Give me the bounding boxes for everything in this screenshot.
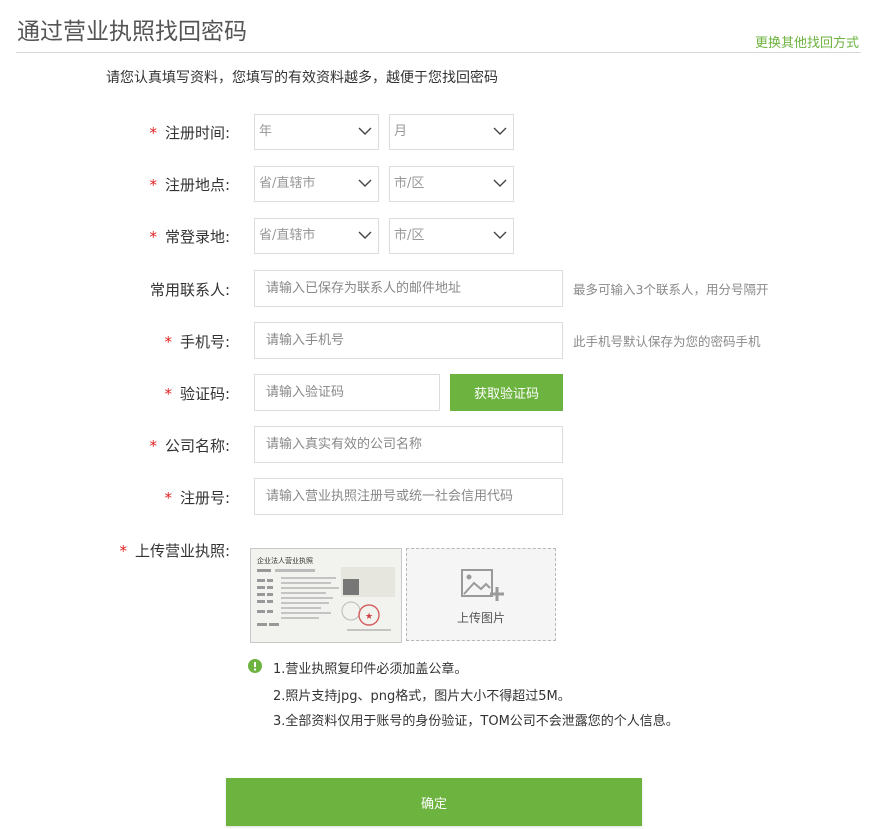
note-item: 2.照片支持jpg、png格式，图片大小不得超过5M。 xyxy=(273,689,571,704)
contact-input[interactable] xyxy=(254,270,563,307)
svg-text:企业法人营业执照: 企业法人营业执照 xyxy=(257,556,313,565)
license-sample-image: 企业法人营业执照 ★ xyxy=(250,548,402,643)
chevron-down-icon xyxy=(493,231,507,239)
company-input[interactable] xyxy=(254,426,563,463)
code-label: * 验证码: xyxy=(164,385,230,403)
login-place-label: * 常登录地: xyxy=(149,228,230,246)
contact-hint: 最多可输入3个联系人，用分号隔开 xyxy=(573,282,769,297)
chevron-down-icon xyxy=(358,179,372,187)
reg-time-label: * 注册时间: xyxy=(149,124,230,142)
chevron-down-icon xyxy=(493,127,507,135)
svg-text:★: ★ xyxy=(365,612,373,622)
header-divider xyxy=(16,52,861,53)
upload-image-button[interactable]: 上传图片 xyxy=(406,548,556,641)
contact-label: 常用联系人: xyxy=(149,281,230,299)
login-city-select[interactable]: 市/区 xyxy=(389,218,514,254)
page-title: 通过营业执照找回密码 xyxy=(17,19,247,45)
reg-province-select[interactable]: 省/直辖市 xyxy=(254,166,379,202)
license-label: * 上传营业执照: xyxy=(119,542,230,560)
submit-button[interactable]: 确定 xyxy=(226,778,642,826)
upload-image-label: 上传图片 xyxy=(456,611,505,625)
note-item: 1.营业执照复印件必须加盖公章。 xyxy=(273,662,468,677)
company-label: * 公司名称: xyxy=(149,437,230,455)
login-province-select[interactable]: 省/直辖市 xyxy=(254,218,379,254)
note-item: 3.全部资料仅用于账号的身份验证，TOM公司不会泄露您的个人信息。 xyxy=(273,714,679,729)
chevron-down-icon xyxy=(493,179,507,187)
intro-text: 请您认真填写资料，您填写的有效资料越多，越便于您找回密码 xyxy=(106,70,498,86)
reg-place-label: * 注册地点: xyxy=(149,176,230,194)
reg-no-label: * 注册号: xyxy=(164,489,230,507)
reg-no-input[interactable] xyxy=(254,478,563,515)
code-input[interactable] xyxy=(254,374,440,411)
reg-city-select[interactable]: 市/区 xyxy=(389,166,514,202)
get-code-button[interactable]: 获取验证码 xyxy=(450,374,563,411)
reg-month-select[interactable]: 月 xyxy=(389,114,514,150)
chevron-down-icon xyxy=(358,127,372,135)
reg-year-select[interactable]: 年 xyxy=(254,114,379,150)
chevron-down-icon xyxy=(358,231,372,239)
phone-input[interactable] xyxy=(254,322,563,359)
add-image-icon xyxy=(461,569,504,601)
switch-method-link[interactable]: 更换其他找回方式 xyxy=(755,32,859,51)
phone-hint: 此手机号默认保存为您的密码手机 xyxy=(573,334,761,349)
phone-label: * 手机号: xyxy=(164,333,230,351)
info-icon xyxy=(248,659,262,673)
